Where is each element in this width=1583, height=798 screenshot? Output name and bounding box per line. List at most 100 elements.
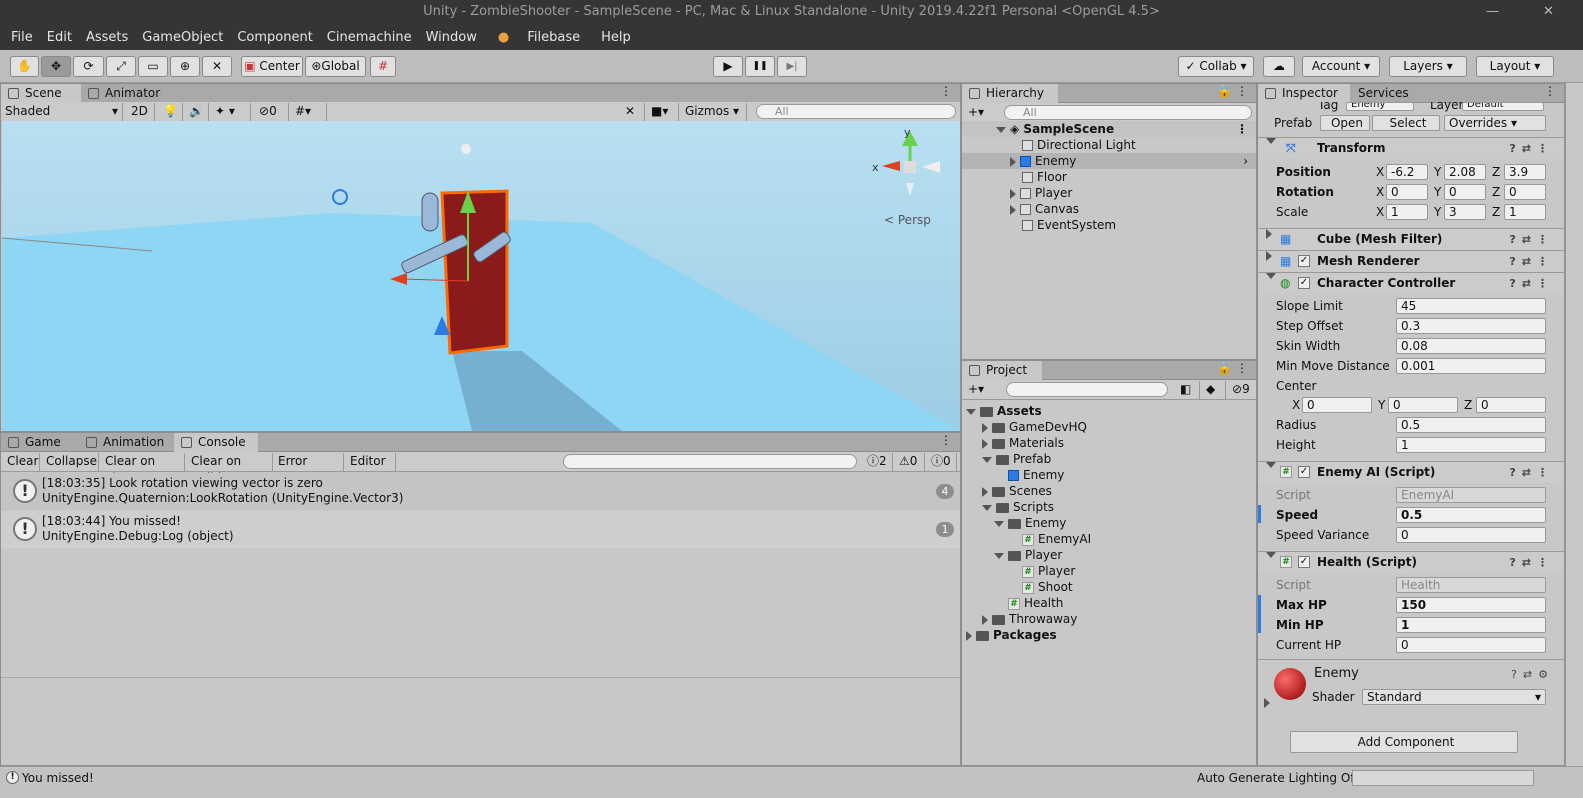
hierarchy-item-eventsystem[interactable]: EventSystem (962, 217, 1256, 233)
warning-count-toggle[interactable]: ⚠0 (895, 453, 925, 471)
status-message[interactable]: You missed! (22, 767, 94, 789)
expand-arrow-icon[interactable] (994, 520, 1004, 527)
tab-game[interactable]: Game (1, 433, 79, 452)
effects-icon[interactable]: ✦ ▾ (211, 103, 251, 121)
account-dropdown[interactable]: Account ▾ (1302, 56, 1380, 77)
error-count-toggle[interactable]: ⓘ0 (927, 453, 957, 471)
center-z-field[interactable]: 0 (1476, 397, 1546, 413)
hierarchy-item-directional-light[interactable]: Directional Light (962, 137, 1256, 153)
menu-gameobject[interactable]: GameObject (135, 30, 230, 45)
collapse-button[interactable]: Collapse (42, 453, 99, 471)
expand-arrow-icon[interactable] (966, 630, 972, 641)
expand-arrow-icon[interactable] (1010, 156, 1016, 167)
cloud-icon[interactable]: ☁ (1263, 56, 1295, 77)
collapse-arrow-icon[interactable] (1266, 462, 1276, 468)
scene-search-input[interactable]: All (756, 104, 956, 119)
expand-arrow-icon[interactable] (994, 552, 1004, 559)
enemy-ai-header[interactable]: # ✓ Enemy AI (Script) ?⇄⋮ (1258, 461, 1564, 483)
console-menu-icon[interactable]: ⋮ (940, 433, 952, 447)
console-splitter[interactable] (1, 677, 960, 678)
play-button[interactable]: ▶ (713, 56, 743, 77)
audio-icon[interactable]: 🔊 (185, 103, 209, 121)
transform-header[interactable]: ⤧ Transform ?⇄⋮ (1258, 137, 1564, 159)
console-entry[interactable]: ! [18:03:44] You missed! UnityEngine.Deb… (1, 511, 960, 548)
scene-root[interactable]: ◈ SampleScene ⋮ (962, 121, 1256, 137)
project-item-health[interactable]: # Health (962, 595, 1256, 611)
mesh-filter-header[interactable]: ▦ Cube (Mesh Filter) ?⇄⋮ (1258, 228, 1564, 250)
expand-arrow-icon[interactable] (982, 486, 988, 497)
enable-checkbox[interactable]: ✓ (1298, 556, 1310, 568)
project-search-input[interactable] (1006, 382, 1168, 397)
project-hidden-toggle[interactable]: ⊘9 (1228, 381, 1256, 399)
gizmos-dropdown[interactable]: Gizmos ▾ (681, 103, 747, 121)
center-y-field[interactable]: 0 (1388, 397, 1458, 413)
shader-dropdown[interactable]: Standard ▾ (1362, 689, 1546, 705)
rotation-y-field[interactable]: 0 (1444, 184, 1486, 200)
move-tool-icon[interactable]: ✥ (41, 56, 71, 77)
panel-menu-icon[interactable]: ⋮ (940, 84, 952, 98)
scene-viewport[interactable]: y x < Persp (2, 121, 960, 431)
enable-checkbox[interactable]: ✓ (1298, 466, 1310, 478)
component-controls-icon[interactable]: ?⇄⋮ (1509, 462, 1554, 483)
editor-dropdown[interactable]: Editor ▾ (346, 453, 396, 485)
tab-project[interactable]: Project (962, 361, 1042, 380)
project-item-throwaway[interactable]: Throwaway (962, 611, 1256, 627)
tools-icon[interactable]: ✕ (621, 103, 645, 121)
project-menu-icon[interactable]: 🔒 ⋮ (1217, 361, 1248, 375)
scale-y-field[interactable]: 3 (1444, 204, 1486, 220)
rotation-x-field[interactable]: 0 (1386, 184, 1428, 200)
expand-arrow-icon[interactable] (982, 614, 988, 625)
project-item-assets[interactable]: Assets (962, 403, 1256, 419)
project-item-shoot[interactable]: # Shoot (962, 579, 1256, 595)
step-offset-field[interactable]: 0.3 (1396, 318, 1546, 334)
health-header[interactable]: # ✓ Health (Script) ?⇄⋮ (1258, 551, 1564, 573)
expand-arrow-icon[interactable] (996, 126, 1006, 133)
menu-file[interactable]: File (4, 30, 40, 45)
mode-2d-button[interactable]: 2D (127, 103, 155, 121)
character-controller-header[interactable]: ◍ ✓ Character Controller ?⇄⋮ (1258, 272, 1564, 294)
step-button[interactable]: ▶| (777, 56, 807, 77)
hierarchy-item-player[interactable]: Player (962, 185, 1256, 201)
tab-inspector[interactable]: Inspector (1258, 84, 1350, 103)
position-y-field[interactable]: 2.08 (1444, 164, 1486, 180)
scale-tool-icon[interactable]: ⤢ (106, 56, 136, 77)
mesh-renderer-header[interactable]: ▦ ✓ Mesh Renderer ?⇄⋮ (1258, 250, 1564, 272)
skin-width-field[interactable]: 0.08 (1396, 338, 1546, 354)
expand-arrow-icon[interactable] (982, 456, 992, 463)
min-move-distance-field[interactable]: 0.001 (1396, 358, 1546, 374)
inspector-scrollbar[interactable] (1565, 83, 1583, 766)
collapse-arrow-icon[interactable] (1266, 138, 1276, 144)
custom-tool-icon[interactable]: ✕ (202, 56, 232, 77)
pivot-center-button[interactable]: ▣ Center (241, 56, 303, 77)
component-controls-icon[interactable]: ?⇄⋮ (1509, 251, 1554, 272)
inspector-menu-icon[interactable]: ⋮ (1544, 84, 1556, 98)
component-controls-icon[interactable]: ?⇄⋮ (1509, 273, 1554, 294)
chevron-right-icon[interactable]: › (1243, 153, 1248, 169)
hierarchy-menu-icon[interactable]: 🔒 ⋮ (1217, 84, 1248, 98)
shading-dropdown[interactable]: Shaded ▾ (1, 103, 123, 121)
component-controls-icon[interactable]: ?⇄⋮ (1509, 552, 1554, 573)
project-item-scenes[interactable]: Scenes (962, 483, 1256, 499)
height-field[interactable]: 1 (1396, 437, 1546, 453)
expand-arrow-icon[interactable] (1010, 204, 1016, 215)
project-item-player-folder[interactable]: Player (962, 547, 1256, 563)
scale-z-field[interactable]: 1 (1504, 204, 1546, 220)
console-entry[interactable]: ! [18:03:35] Look rotation viewing vecto… (1, 473, 960, 510)
transform-tool-icon[interactable]: ⊕ (170, 56, 200, 77)
lighting-icon[interactable]: 💡 (159, 103, 183, 121)
prefab-open-button[interactable]: Open (1320, 115, 1370, 131)
project-item-enemy-folder[interactable]: Enemy (962, 515, 1256, 531)
rect-tool-icon[interactable]: ▭ (138, 56, 168, 77)
speed-field[interactable]: 0.5 (1396, 507, 1546, 523)
console-search-input[interactable] (563, 454, 857, 469)
error-pause-button[interactable]: Error Pause (274, 453, 344, 485)
component-controls-icon[interactable]: ?⇄⋮ (1509, 138, 1554, 159)
tab-animator[interactable]: Animator (81, 84, 171, 103)
hand-tool-icon[interactable]: ✋ (10, 56, 39, 77)
rotate-tool-icon[interactable]: ⟳ (73, 56, 104, 77)
tab-console[interactable]: Console (174, 433, 258, 452)
center-x-field[interactable]: 0 (1302, 397, 1372, 413)
persp-label[interactable]: < Persp (884, 213, 931, 227)
filter-type-icon[interactable]: ◧ (1176, 381, 1200, 399)
hierarchy-item-floor[interactable]: Floor (962, 169, 1256, 185)
